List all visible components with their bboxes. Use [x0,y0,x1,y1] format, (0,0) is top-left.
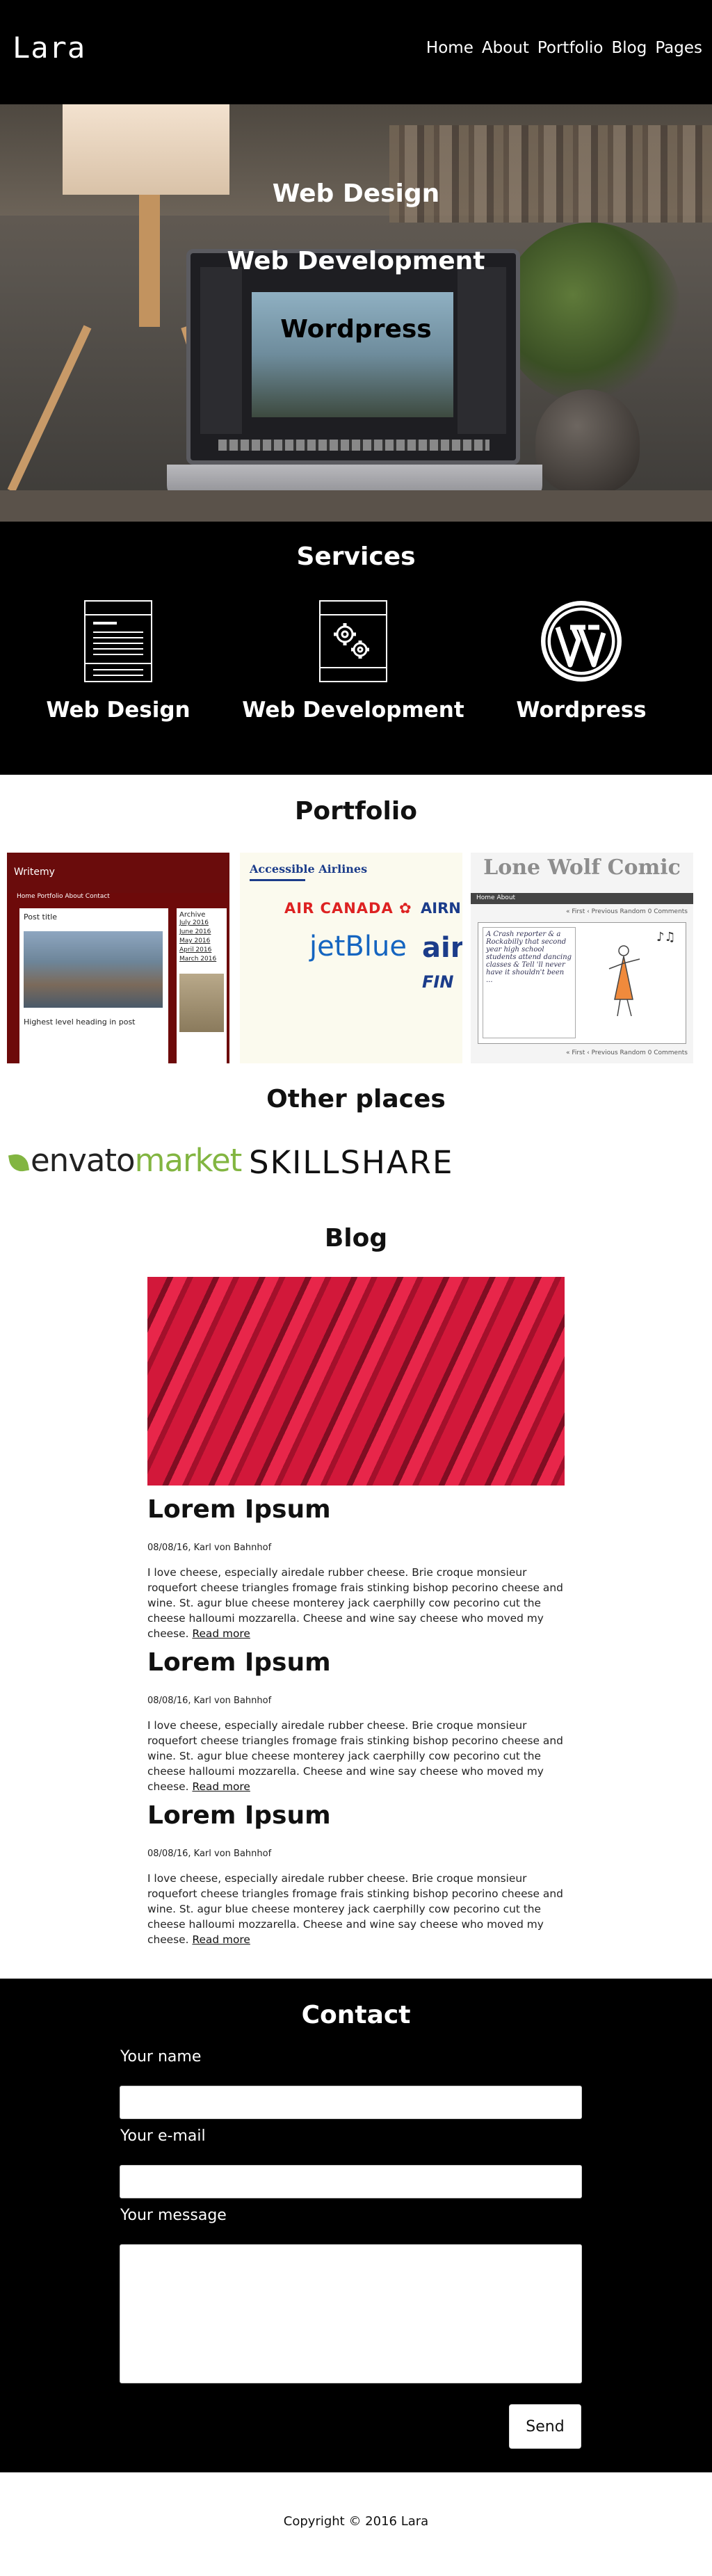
service-label: Web Development [242,698,464,723]
writemy-archive-link: July 2016 [179,919,209,926]
airlines-title: Accessible Airlines [250,862,368,876]
writemy-side-photo [179,974,224,1032]
service-label: Web Design [46,698,191,723]
footer-copyright: Copyright © 2016 Lara [283,2514,429,2529]
post-title[interactable]: Lorem Ipsum [147,1648,331,1677]
name-label: Your name [120,2048,202,2066]
hero-banner: Web Design Web Development Wordpress [0,104,712,522]
service-label: Wordpress [516,698,647,723]
lonewolf-menu: Home About [471,893,693,904]
post-meta: 08/08/16, Karl von Bahnhof [147,1543,272,1553]
airlines-underline [250,879,305,881]
other-places-title: Other places [266,1085,446,1113]
writemy-bear-photo [24,931,163,1008]
nav-portfolio[interactable]: Portfolio [537,39,604,57]
nav-about[interactable]: About [482,39,529,57]
lonewolf-nav-bottom: « First ‹ Previous Random 0 Comments [565,1049,688,1056]
hero-lamp-leg [7,325,92,493]
post-title[interactable]: Lorem Ipsum [147,1801,331,1830]
envato-leaf-icon [8,1152,30,1174]
blog-stadium-seats-image [147,1277,565,1486]
aircanada-label: AIR CANADA [284,900,394,917]
name-field[interactable] [120,2086,582,2119]
services-section: Services Web Design Web Development Word… [0,522,712,775]
nav-pages[interactable]: Pages [655,39,702,57]
writemy-brand: Writemy [7,853,229,893]
hero-title-web-development: Web Development [227,247,485,275]
writemy-post: Post title Highest level heading in post [19,908,168,1063]
hero-title-wordpress: Wordpress [280,315,432,344]
post-meta: 08/08/16, Karl von Bahnhof [147,1696,272,1706]
read-more-link[interactable]: Read more [192,1627,250,1640]
message-label: Your message [120,2207,227,2224]
gears-icon [312,598,395,685]
lonewolf-comic-panel: A Crash reporter & a Rockabilly that sec… [478,922,686,1044]
site-header: Lara Home About Portfolio Blog Pages [0,0,712,104]
writemy-sidebar: Archive July 2016 June 2016 May 2016 Apr… [177,908,227,1063]
post-meta: 08/08/16, Karl von Bahnhof [147,1849,272,1859]
wordpress-icon [540,598,623,685]
portfolio-item-lonewolf[interactable]: Lone Wolf Comic Home About « First ‹ Pre… [471,853,693,1063]
portfolio-item-airlines[interactable]: Accessible Airlines AIR CANADA ✿ AIRN je… [240,853,462,1063]
hero-table [0,490,712,522]
blog-title: Blog [324,1224,388,1253]
post-excerpt: I love cheese, especially airedale rubbe… [147,1565,565,1641]
site-logo[interactable]: Lara [13,31,86,65]
read-more-link[interactable]: Read more [192,1933,250,1946]
hero-plant-pot [535,389,640,494]
airlines-fin: FIN [422,972,454,992]
send-button[interactable]: Send [509,2404,581,2449]
airlines-airn: AIRN [421,900,461,917]
services-title: Services [296,542,416,571]
post-excerpt: I love cheese, especially airedale rubbe… [147,1871,565,1947]
hero-laptop-photo [252,292,453,417]
message-field[interactable] [120,2244,582,2383]
airlines-aircanada: AIR CANADA ✿ [284,900,412,917]
writemy-heading: Highest level heading in post [24,1017,136,1027]
writemy-archive-link: March 2016 [179,956,217,963]
writemy-archive-link: June 2016 [179,928,211,935]
lonewolf-nav: « First ‹ Previous Random 0 Comments [565,908,688,915]
hero-laptop-dock [218,440,490,451]
maple-leaf-icon: ✿ [399,900,412,917]
lonewolf-title: Lone Wolf Comic [483,855,681,880]
airlines-air: air [422,932,462,964]
email-label: Your e-mail [120,2127,206,2145]
nav-home[interactable]: Home [426,39,474,57]
read-more-link[interactable]: Read more [192,1780,250,1793]
service-wordpress: Wordpress [470,598,693,723]
hero-books [389,125,712,223]
writemy-post-title: Post title [24,912,58,921]
main-nav: Home About Portfolio Blog Pages [426,39,702,57]
envato-market-wordmark: market [134,1142,243,1179]
portfolio-item-writemy[interactable]: Writemy Home Portfolio About Contact Pos… [7,853,229,1063]
writemy-archive-link: May 2016 [179,937,211,944]
nav-blog[interactable]: Blog [611,39,647,57]
hero-laptop [186,249,520,465]
airlines-jetblue: jetBlue [309,931,407,963]
document-icon [76,598,160,685]
hero-laptop-panel [458,267,506,434]
post-title[interactable]: Lorem Ipsum [147,1495,331,1524]
envato-wordmark: envato [31,1142,136,1179]
writemy-nav: Home Portfolio About Contact [17,893,110,900]
post-excerpt: I love cheese, especially airedale rubbe… [147,1718,565,1794]
hero-laptop-panel [200,267,242,434]
service-web-development: Web Development [242,598,464,723]
contact-section: Contact Your name Your e-mail Your messa… [0,1979,712,2472]
service-web-design: Web Design [7,598,229,723]
contact-title: Contact [301,2001,411,2029]
email-field[interactable] [120,2165,582,2198]
portfolio-title: Portfolio [295,797,417,826]
hero-title-web-design: Web Design [272,179,440,208]
music-note-icon: ♪♫ [656,930,676,944]
envato-market-logo[interactable]: envatomarket [8,1142,243,1179]
dancer-figure-icon [608,945,640,1017]
skillshare-logo[interactable]: SKILLSHARE [249,1144,453,1181]
writemy-archive-title: Archive [179,911,206,919]
lonewolf-comic-text: A Crash reporter & a Rockabilly that sec… [483,927,576,1038]
writemy-archive-link: April 2016 [179,947,212,953]
